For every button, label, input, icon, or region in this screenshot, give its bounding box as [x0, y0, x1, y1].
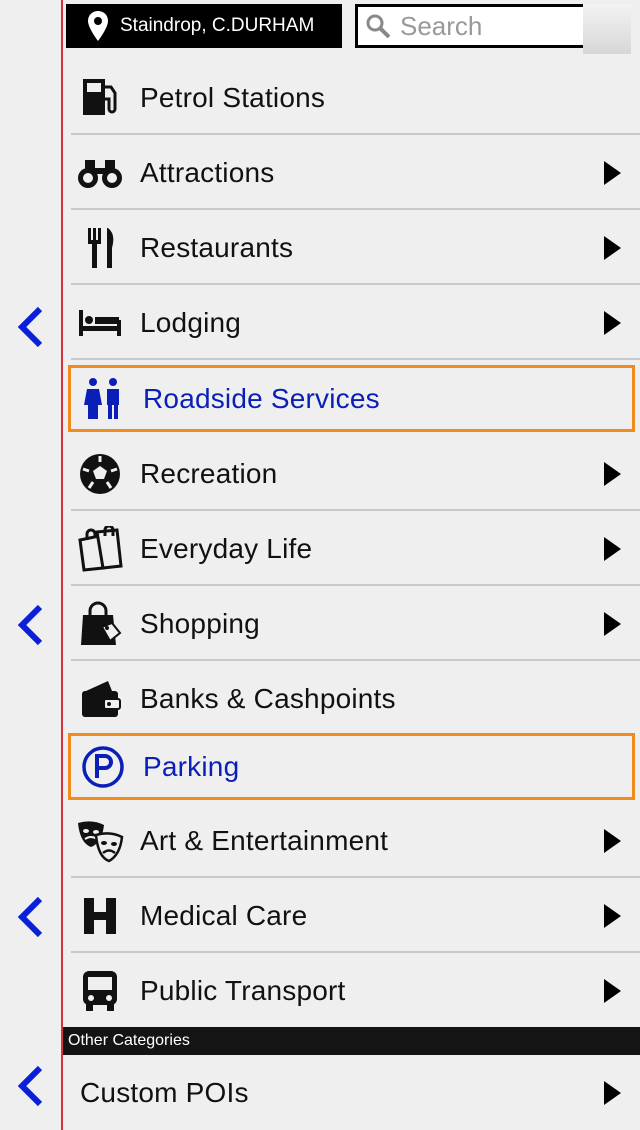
category-label: Recreation: [140, 457, 278, 489]
category-custom-pois[interactable]: Custom POIs: [66, 1055, 640, 1130]
chevron-right-icon: [604, 828, 621, 853]
hospital-h-icon: [76, 892, 124, 940]
category-attractions[interactable]: Attractions: [66, 135, 640, 210]
left-divider-line: [61, 0, 63, 1130]
chevron-right-icon: [604, 461, 621, 486]
soccer-ball-icon: [76, 450, 124, 498]
back-arrow-icon[interactable]: [14, 1064, 48, 1108]
back-arrow-icon[interactable]: [14, 895, 48, 939]
category-banks-cashpoints[interactable]: Banks & Cashpoints: [66, 661, 640, 736]
wallet-icon: [76, 675, 124, 723]
category-roadside-services[interactable]: Roadside Services: [68, 365, 635, 432]
binoculars-icon: [76, 149, 124, 197]
category-everyday-life[interactable]: Everyday Life: [66, 511, 640, 586]
chevron-right-icon: [604, 235, 621, 260]
category-label: Everyday Life: [140, 532, 313, 564]
chevron-right-icon: [604, 903, 621, 928]
location-button[interactable]: Staindrop, C.DURHAM: [66, 4, 342, 48]
category-label: Parking: [143, 750, 240, 782]
search-icon: [366, 14, 391, 39]
category-shopping[interactable]: Shopping: [66, 586, 640, 661]
map-pin-icon: [88, 11, 108, 41]
parking-icon: [79, 743, 127, 791]
bed-icon: [76, 299, 124, 347]
shopping-bags-icon: [76, 525, 124, 573]
category-label: Art & Entertainment: [140, 824, 389, 856]
divider: [71, 358, 640, 360]
category-label: Medical Care: [140, 899, 308, 931]
chevron-right-icon: [604, 1080, 621, 1105]
category-medical-care[interactable]: Medical Care: [66, 878, 640, 953]
search-input[interactable]: [398, 9, 582, 43]
category-art-entertainment[interactable]: Art & Entertainment: [66, 803, 640, 878]
category-label: Attractions: [140, 156, 275, 188]
bus-icon: [76, 967, 124, 1015]
back-arrow-icon[interactable]: [14, 603, 48, 647]
category-label: Lodging: [140, 306, 242, 338]
other-categories-header: Other Categories: [63, 1027, 640, 1055]
chevron-right-icon: [604, 536, 621, 561]
chevron-right-icon: [604, 611, 621, 636]
category-label: Public Transport: [140, 974, 346, 1006]
category-label: Custom POIs: [80, 1076, 249, 1108]
category-petrol-stations[interactable]: Petrol Stations: [66, 60, 640, 135]
back-arrow-icon[interactable]: [14, 305, 48, 349]
category-label: Roadside Services: [143, 382, 380, 414]
chevron-right-icon: [604, 978, 621, 1003]
category-lodging[interactable]: Lodging: [66, 285, 640, 360]
chevron-right-icon: [604, 310, 621, 335]
shopping-bag-tag-icon: [76, 600, 124, 648]
category-parking[interactable]: Parking: [68, 733, 635, 800]
fuel-pump-icon: [76, 74, 124, 122]
search-box[interactable]: [355, 4, 631, 54]
restroom-icon: [79, 375, 127, 423]
category-restaurants[interactable]: Restaurants: [66, 210, 640, 285]
category-label: Banks & Cashpoints: [140, 682, 396, 714]
category-label: Petrol Stations: [140, 81, 326, 113]
category-label: Restaurants: [140, 231, 294, 263]
location-label: Staindrop, C.DURHAM: [120, 15, 315, 36]
category-label: Shopping: [140, 607, 260, 639]
category-public-transport[interactable]: Public Transport: [66, 953, 640, 1028]
chevron-right-icon: [604, 160, 621, 185]
search-submit-button[interactable]: [583, 4, 631, 54]
category-recreation[interactable]: Recreation: [66, 436, 640, 511]
fork-knife-icon: [76, 224, 124, 272]
theater-masks-icon: [76, 817, 124, 865]
